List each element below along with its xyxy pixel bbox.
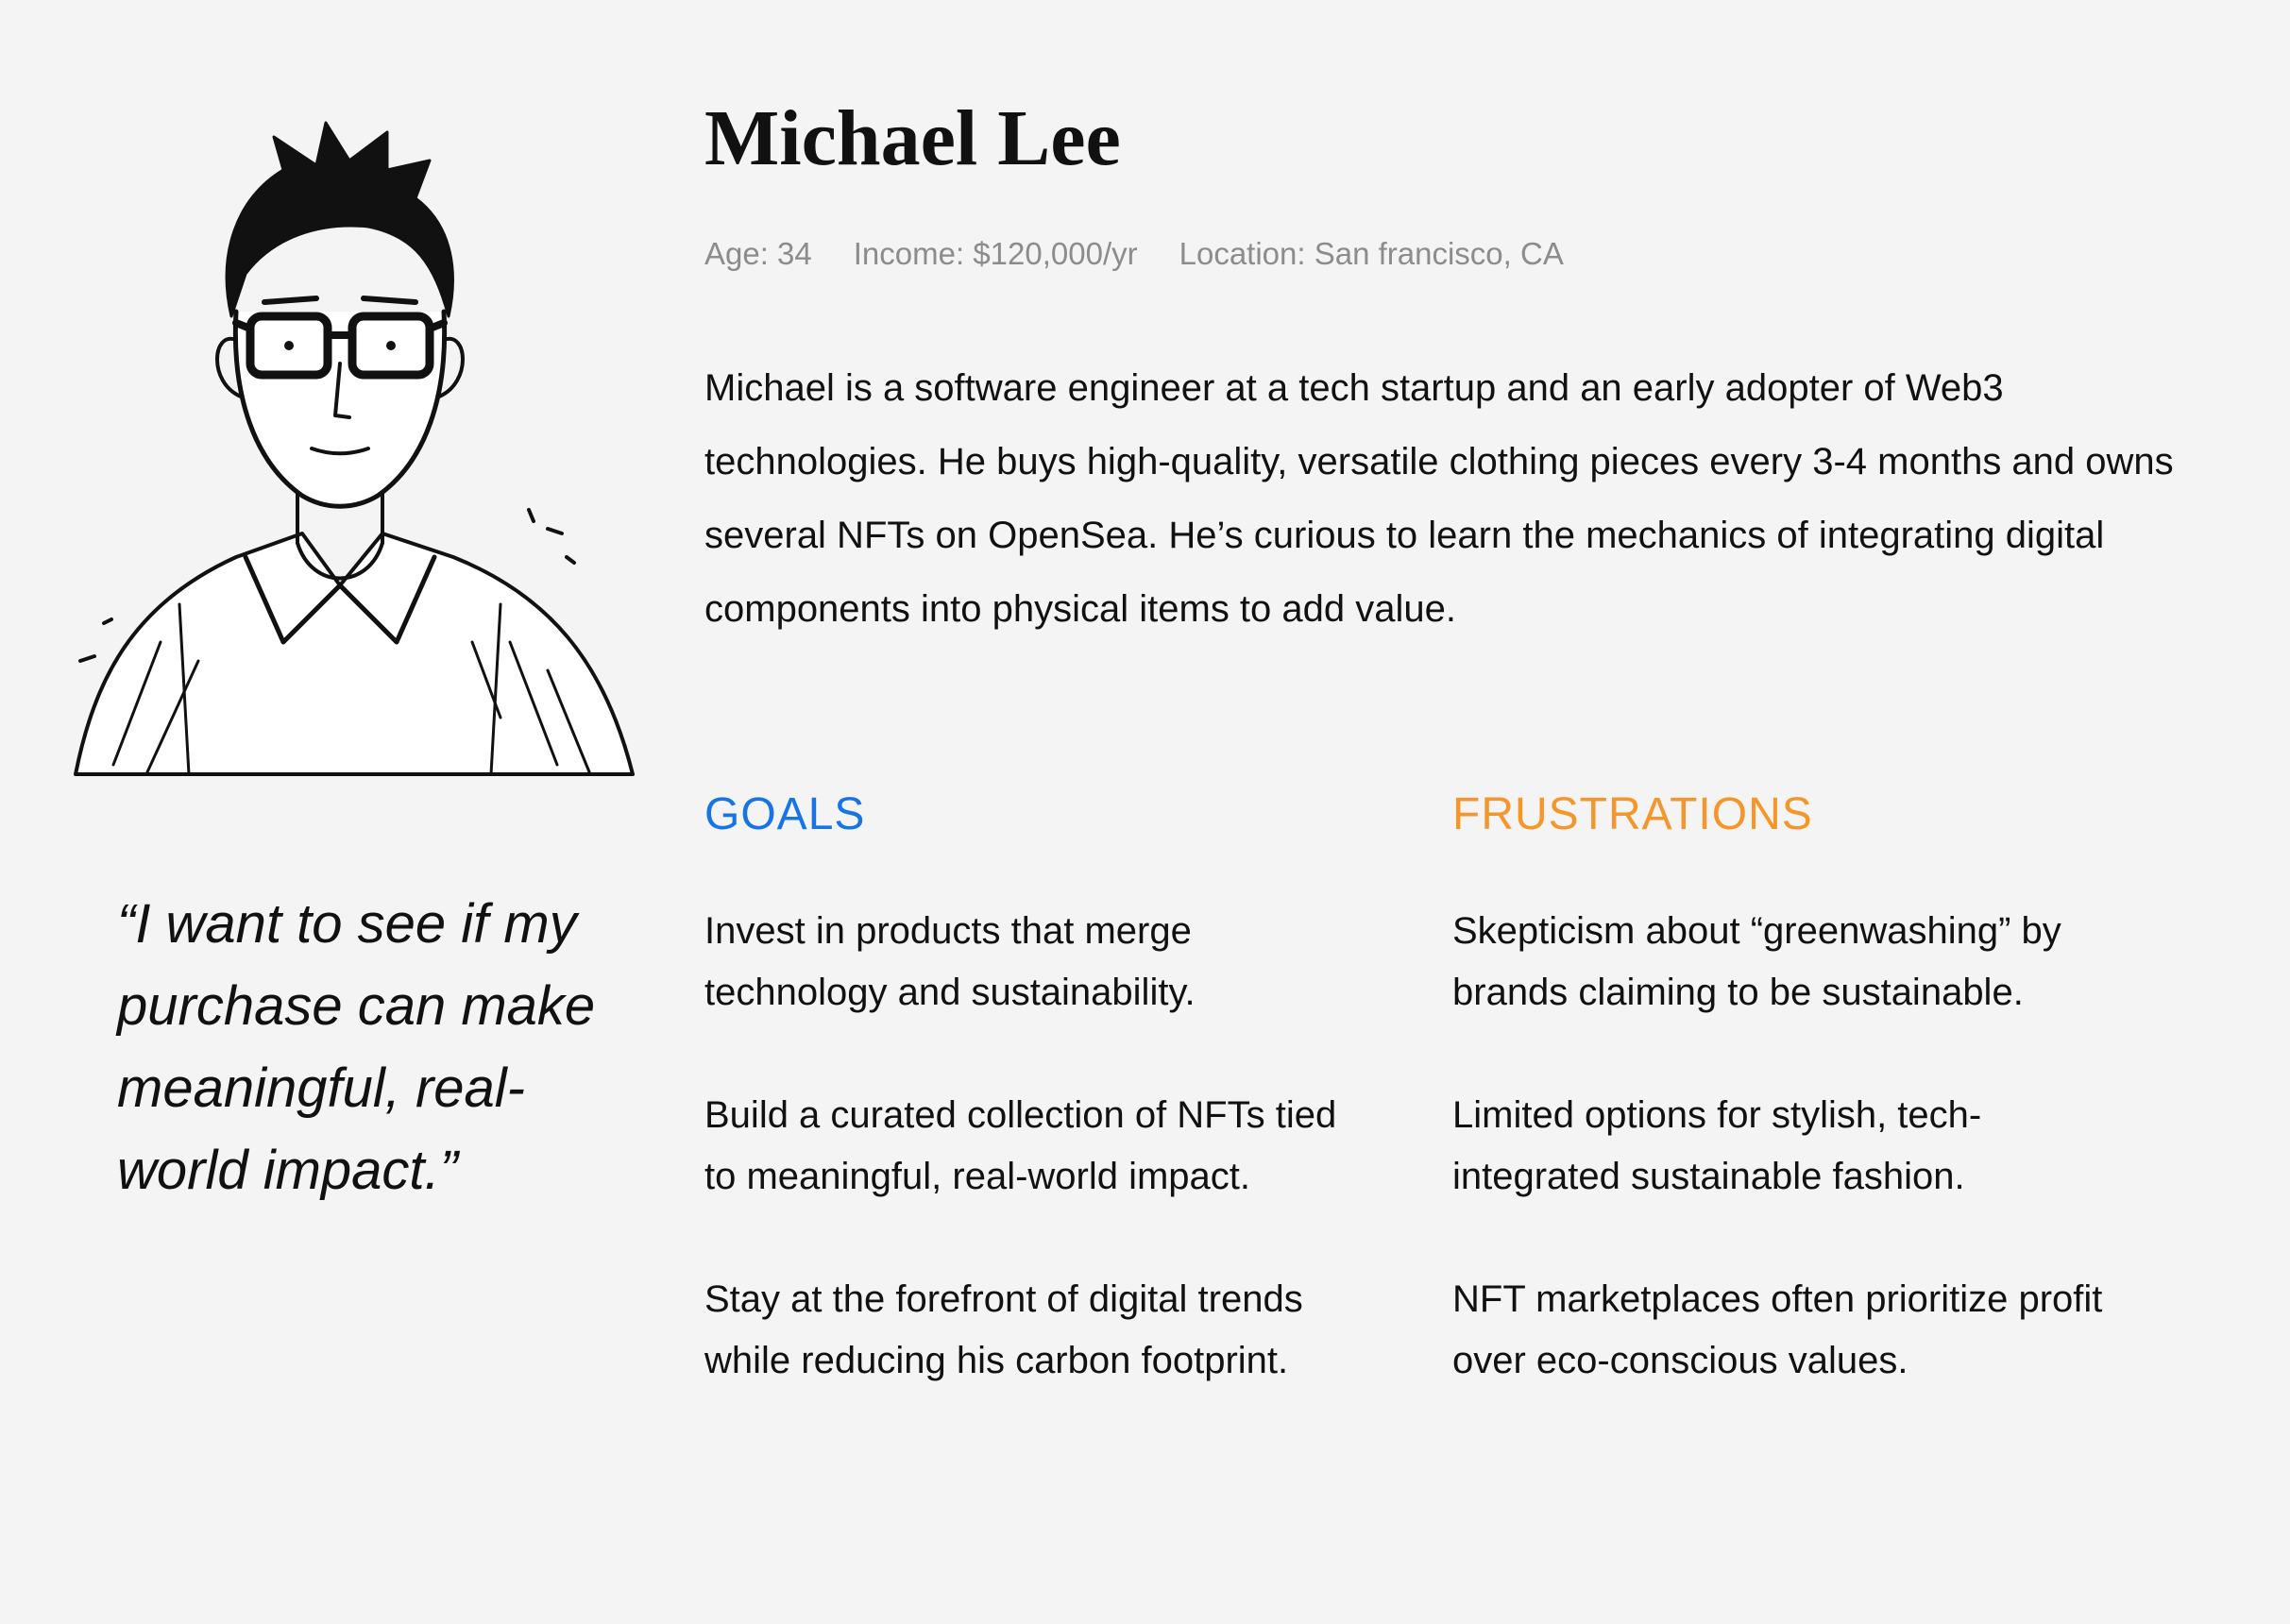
frustration-item: NFT marketplaces often prioritize profit… — [1452, 1278, 2103, 1381]
persona-name: Michael Lee — [704, 94, 1121, 182]
persona-bio: Michael is a software engineer at a tech… — [704, 367, 2174, 630]
persona-portrait — [57, 113, 642, 793]
persona-quote: “I want to see if my purchase can make m… — [117, 893, 596, 1201]
location-label: Location: San francisco, CA — [1179, 236, 1564, 271]
goals-heading: GOALS — [704, 789, 866, 839]
goal-item: Build a curated collection of NFTs tied … — [704, 1094, 1337, 1197]
frustration-item: Limited options for stylish, tech-integr… — [1452, 1094, 1982, 1197]
goal-item: Stay at the forefront of digital trends … — [704, 1278, 1303, 1381]
goals-section: GOALS Invest in products that merge tech… — [704, 784, 1366, 1453]
frustrations-section: FRUSTRATIONS Skepticism about “greenwash… — [1452, 784, 2132, 1453]
frustration-item: Skepticism about “greenwashing” by brand… — [1452, 910, 2061, 1013]
income-label: Income: $120,000/yr — [853, 236, 1138, 271]
goal-item: Invest in products that merge technology… — [704, 910, 1196, 1013]
age-label: Age: 34 — [704, 236, 812, 271]
persona-meta: Age: 34 Income: $120,000/yr Location: Sa… — [704, 236, 1564, 272]
frustrations-heading: FRUSTRATIONS — [1452, 789, 1813, 839]
